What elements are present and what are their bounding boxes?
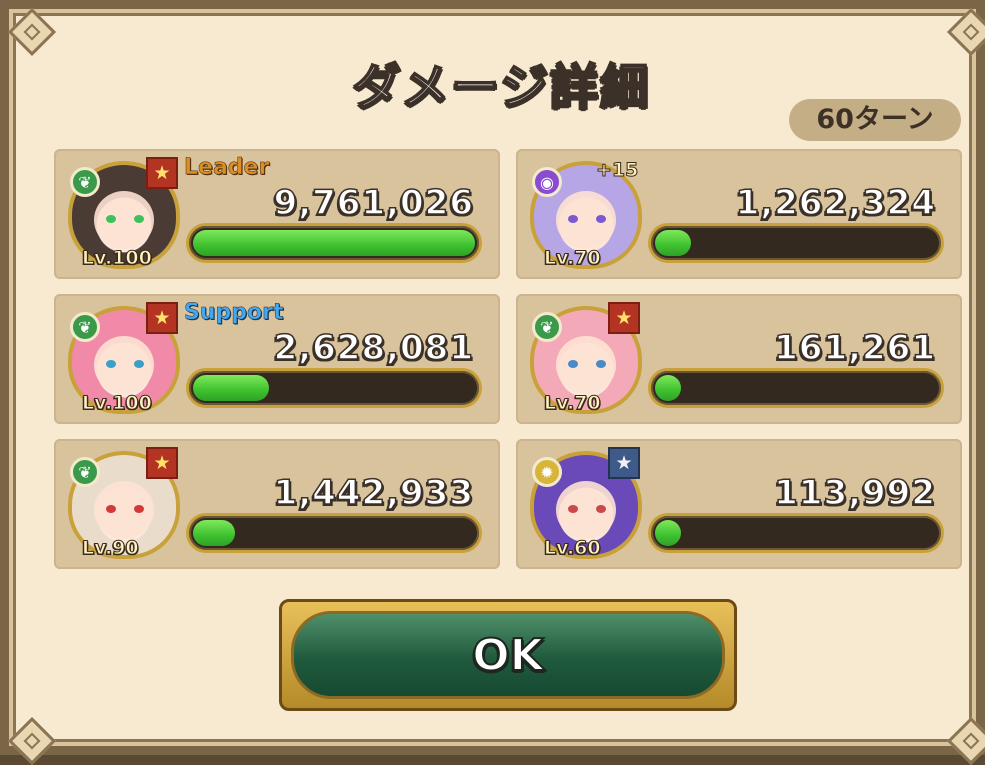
leaf-icon: ❦ — [70, 167, 100, 197]
damage-bar — [186, 223, 482, 263]
damage-value: 113,992 — [773, 472, 936, 514]
unit-eye — [596, 505, 606, 513]
unit-damage-card: ◉ Lv.70 +15 1,262,324 — [516, 149, 962, 279]
unit-role-label: Leader — [184, 155, 270, 181]
damage-bar — [186, 368, 482, 408]
damage-bar — [648, 223, 944, 263]
unit-eye — [568, 215, 578, 223]
unit-eye — [134, 505, 144, 513]
star-badge-icon: ★ — [146, 447, 178, 479]
unit-level: Lv.70 — [544, 392, 602, 415]
unit-level: Lv.100 — [82, 247, 153, 270]
damage-value: 161,261 — [773, 327, 936, 369]
damage-value: 1,262,324 — [735, 182, 936, 224]
unit-damage-card: ❦ Lv.90 ★ 1,442,933 — [54, 439, 500, 569]
damage-bar-fill — [655, 520, 681, 546]
unit-eye — [106, 215, 116, 223]
unit-face — [556, 336, 616, 394]
unit-face — [556, 191, 616, 249]
frame-corner-ornament — [946, 716, 985, 765]
damage-bar — [648, 368, 944, 408]
unit-eye — [106, 505, 116, 513]
unit-eye — [134, 360, 144, 368]
unit-damage-card: ✹ Lv.60 ★ 113,992 — [516, 439, 962, 569]
damage-bar-fill — [655, 230, 691, 256]
unit-eye — [568, 505, 578, 513]
light-orb-icon: ✹ — [532, 457, 562, 487]
damage-value: 9,761,026 — [273, 182, 474, 224]
damage-bar-fill — [193, 520, 235, 546]
unit-eye — [596, 360, 606, 368]
damage-detail-dialog: ダメージ詳細 60ターン ❦ Lv.100 ★ Leader 9,761,026 ◉ Lv.… — [0, 0, 985, 765]
unit-face — [94, 481, 154, 539]
damage-bar-fill — [655, 375, 681, 401]
damage-bar — [186, 513, 482, 553]
frame-corner-ornament — [7, 716, 57, 765]
unit-damage-card: ❦ Lv.100 ★ Support 2,628,081 — [54, 294, 500, 424]
unit-role-label: Support — [184, 300, 284, 326]
unit-eye — [134, 215, 144, 223]
leaf-icon: ❦ — [70, 312, 100, 342]
unit-level: Lv.70 — [544, 247, 602, 270]
leaf-icon: ❦ — [532, 312, 562, 342]
silver-star-badge-icon: ★ — [608, 447, 640, 479]
ok-button-face: OK — [291, 611, 725, 699]
unit-level: Lv.100 — [82, 392, 153, 415]
damage-value: 1,442,933 — [273, 472, 474, 514]
leaf-icon: ❦ — [70, 457, 100, 487]
unit-plus-value: +15 — [595, 159, 639, 182]
star-badge-icon: ★ — [146, 302, 178, 334]
star-badge-icon: ★ — [146, 157, 178, 189]
unit-face — [94, 336, 154, 394]
unit-face — [556, 481, 616, 539]
unit-eye — [568, 360, 578, 368]
unit-damage-card: ❦ Lv.70 ★ 161,261 — [516, 294, 962, 424]
unit-face — [94, 191, 154, 249]
unit-eye — [106, 360, 116, 368]
damage-bar-fill — [193, 230, 475, 256]
damage-bar — [648, 513, 944, 553]
ok-button[interactable]: OK — [279, 599, 737, 711]
unit-damage-card: ❦ Lv.100 ★ Leader 9,761,026 — [54, 149, 500, 279]
damage-value: 2,628,081 — [273, 327, 474, 369]
unit-eye — [596, 215, 606, 223]
dark-orb-icon: ◉ — [532, 167, 562, 197]
ok-button-label: OK — [471, 629, 544, 682]
star-badge-icon: ★ — [608, 302, 640, 334]
turn-count-badge: 60ターン — [789, 99, 961, 141]
unit-level: Lv.90 — [82, 537, 140, 560]
unit-level: Lv.60 — [544, 537, 602, 560]
damage-bar-fill — [193, 375, 269, 401]
